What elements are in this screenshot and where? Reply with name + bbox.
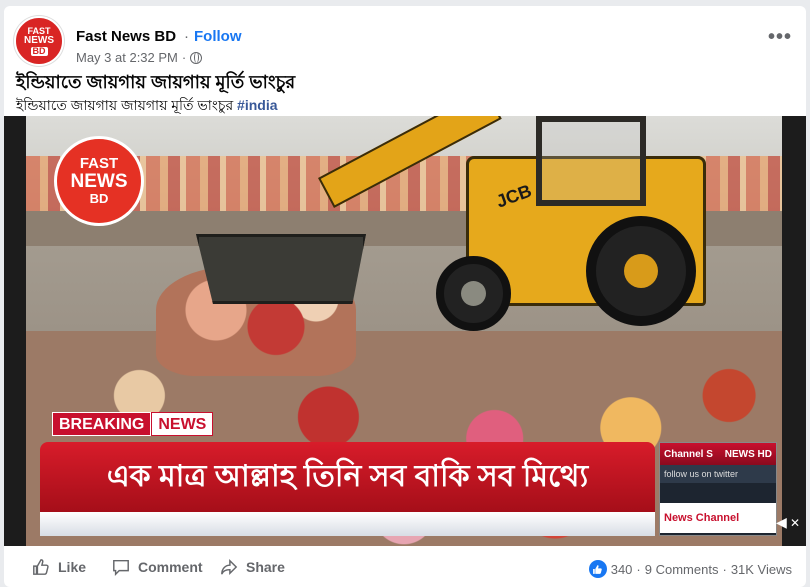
views-count: 31K Views — [730, 561, 792, 577]
logo-text-3: BD — [89, 191, 109, 207]
side-bottom-label: News Channel — [660, 503, 776, 533]
share-label: Share — [246, 559, 285, 575]
close-icon[interactable]: ✕ — [790, 516, 800, 530]
excavator-bucket — [196, 234, 366, 304]
volume-icon[interactable]: ◀ — [776, 514, 787, 531]
like-label: Like — [58, 559, 87, 575]
hashtag-link[interactable]: #india — [237, 97, 277, 113]
logo-text-1: FAST — [79, 155, 119, 173]
separator: · — [184, 28, 189, 45]
caption-text: ইন্ডিয়াতে জায়গায় জায়গায় মূর্তি ভাংচ… — [16, 97, 238, 113]
stats-separator-2: · — [722, 561, 727, 577]
meta-separator: · — [181, 50, 187, 65]
side-channel-label: Channel S — [664, 448, 713, 460]
reactions-count[interactable]: 340 — [611, 562, 633, 577]
thumbs-up-icon — [33, 559, 49, 575]
news-label: NEWS — [151, 412, 214, 436]
breaking-news-badge: BREAKING NEWS — [52, 412, 214, 436]
page-name-link[interactable]: Fast News BD — [76, 28, 176, 45]
side-hd-label: NEWS HD — [724, 448, 772, 460]
video-player[interactable]: JCB FAST NEWS BD BREAKING NEWS এক মাত্র … — [4, 116, 806, 546]
action-bar: Like Comment Share 340 · 9 Comments · 31… — [4, 552, 806, 582]
avatar-text-2: NEWS — [24, 34, 54, 46]
follow-button[interactable]: Follow — [194, 28, 242, 45]
channel-side-panel: Channel S NEWS HD follow us on twitter N… — [659, 442, 777, 536]
globe-icon — [190, 51, 203, 64]
share-icon — [221, 558, 238, 576]
breaking-label: BREAKING — [52, 412, 152, 436]
avatar-text-3: BD — [30, 45, 48, 56]
post-meta: May 3 at 2:32 PM · — [76, 50, 203, 65]
ticker-base — [40, 512, 655, 536]
post-card: FAST NEWS BD Fast News BD · Follow May 3… — [4, 6, 806, 587]
channel-logo: FAST NEWS BD — [54, 136, 144, 226]
excavator-cab — [536, 116, 646, 206]
side-twitter-label: follow us on twitter — [660, 465, 776, 483]
news-ticker: এক মাত্র আল্লাহ তিনি সব বাকি সব মিথ্যে — [40, 442, 655, 512]
excavator-rear-wheel — [586, 216, 696, 326]
comment-label: Comment — [138, 559, 203, 575]
comments-count[interactable]: 9 Comments — [645, 562, 719, 577]
logo-text-2: NEWS — [70, 171, 128, 193]
side-panel-header: Channel S NEWS HD — [660, 443, 776, 465]
timestamp-link[interactable]: May 3 at 2:32 PM — [76, 50, 178, 65]
page-avatar[interactable]: FAST NEWS BD — [14, 16, 64, 66]
more-options-button[interactable]: ••• — [768, 26, 792, 49]
post-header: FAST NEWS BD Fast News BD · Follow May 3… — [14, 16, 796, 68]
like-reaction-icon[interactable] — [588, 560, 607, 578]
like-button[interactable]: Like — [32, 558, 86, 576]
comment-icon — [113, 559, 129, 576]
post-stats: 340 · 9 Comments · 31K Views — [588, 560, 792, 578]
post-caption: ইন্ডিয়াতে জায়গায় জায়গায় মূর্তি ভাংচ… — [16, 94, 278, 118]
comment-button[interactable]: Comment — [112, 558, 203, 576]
excavator-front-wheel — [436, 256, 511, 331]
stats-separator: · — [636, 561, 641, 577]
share-button[interactable]: Share — [220, 558, 285, 576]
